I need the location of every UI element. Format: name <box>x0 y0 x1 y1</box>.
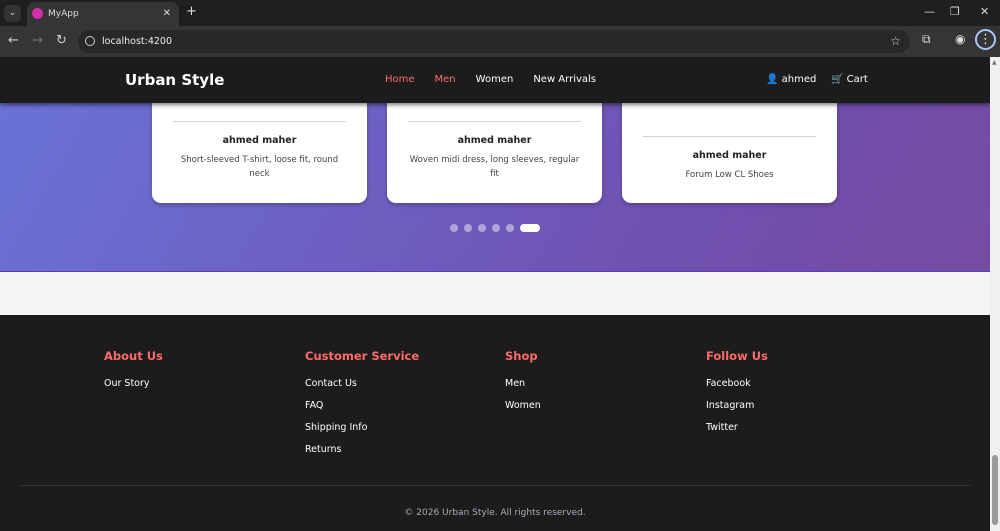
browser-tab[interactable]: MyApp ✕ <box>27 2 179 26</box>
copyright: © 2026 Urban Style. All rights reserved. <box>404 508 586 518</box>
carousel-dot[interactable] <box>506 224 514 232</box>
footer-heading: Follow Us <box>706 349 768 363</box>
site-info-icon[interactable] <box>85 36 95 46</box>
footer-customer-service: Customer Service Contact Us FAQ Shipping… <box>305 349 419 466</box>
cart-link[interactable]: 🛒 Cart <box>831 74 868 85</box>
cart-label: Cart <box>846 74 868 85</box>
product-card[interactable]: ahmed maher Forum Low CL Shoes <box>622 93 837 203</box>
site-header: Urban Style Home Men Women New Arrivals … <box>0 57 990 103</box>
footer-link-returns[interactable]: Returns <box>305 444 419 466</box>
footer-link-instagram[interactable]: Instagram <box>706 400 768 422</box>
cart-icon: 🛒 <box>831 74 844 85</box>
angular-favicon-icon <box>32 8 43 19</box>
footer-link-twitter[interactable]: Twitter <box>706 422 768 444</box>
forward-button[interactable]: → <box>32 33 43 48</box>
back-button[interactable]: ← <box>8 33 19 48</box>
tab-title: MyApp <box>48 9 79 19</box>
profile-icon[interactable]: ◉ <box>955 32 965 46</box>
card-divider <box>643 136 816 137</box>
carousel-dot[interactable] <box>478 224 486 232</box>
page-scrollbar[interactable]: ▲ <box>990 57 1000 531</box>
card-divider <box>408 121 581 122</box>
brand-logo[interactable]: Urban Style <box>125 71 224 89</box>
card-description: Short-sleeved T-shirt, loose fit, round … <box>180 155 339 179</box>
footer-link-women[interactable]: Women <box>505 400 541 422</box>
tab-search-button[interactable]: ⌄ <box>4 5 21 22</box>
footer-link-facebook[interactable]: Facebook <box>706 378 768 400</box>
nav-men[interactable]: Men <box>435 74 456 85</box>
card-description: Woven midi dress, long sleeves, regular … <box>409 155 580 179</box>
product-card[interactable]: ahmed maher Short-sleeved T-shirt, loose… <box>152 93 367 203</box>
footer-divider <box>20 485 970 486</box>
card-author: ahmed maher <box>222 135 297 146</box>
reload-button[interactable]: ↻ <box>56 33 67 48</box>
card-description: Forum Low CL Shoes <box>685 170 774 180</box>
main-nav: Home Men Women New Arrivals <box>385 74 596 85</box>
footer-link-faq[interactable]: FAQ <box>305 400 419 422</box>
user-icon: 👤 <box>766 74 779 85</box>
close-window-button[interactable]: ✕ <box>980 5 989 18</box>
card-author: ahmed maher <box>692 150 767 161</box>
footer-link-contact[interactable]: Contact Us <box>305 378 419 400</box>
carousel-pagination <box>450 224 540 232</box>
carousel-dot[interactable] <box>450 224 458 232</box>
product-carousel: ahmed maher Short-sleeved T-shirt, loose… <box>0 93 990 272</box>
browser-menu-button[interactable]: ⋮ <box>975 29 996 50</box>
scroll-up-icon[interactable]: ▲ <box>992 59 997 66</box>
user-menu[interactable]: 👤 ahmed <box>766 74 816 85</box>
browser-toolbar: ← → ↻ localhost:4200 ☆ ⧉ ◉ <box>0 26 1000 57</box>
carousel-dot[interactable] <box>464 224 472 232</box>
new-tab-button[interactable]: + <box>186 4 197 19</box>
nav-new-arrivals[interactable]: New Arrivals <box>533 74 596 85</box>
footer-heading: Customer Service <box>305 349 420 363</box>
footer-about: About Us Our Story <box>104 349 163 400</box>
scrollbar-thumb[interactable] <box>992 455 998 525</box>
footer-shop: Shop Men Women <box>505 349 541 422</box>
page-viewport: Urban Style Home Men Women New Arrivals … <box>0 57 990 531</box>
footer-link-our-story[interactable]: Our Story <box>104 378 163 400</box>
card-author: ahmed maher <box>457 135 532 146</box>
minimize-button[interactable]: — <box>924 5 935 18</box>
extensions-icon[interactable]: ⧉ <box>922 32 931 47</box>
site-footer: About Us Our Story Customer Service Cont… <box>0 315 990 531</box>
spacer-section <box>0 272 990 315</box>
footer-heading: About Us <box>104 349 163 363</box>
footer-heading: Shop <box>505 349 538 363</box>
carousel-dot-active[interactable] <box>520 224 540 232</box>
user-name: ahmed <box>781 74 817 85</box>
nav-home[interactable]: Home <box>385 74 415 85</box>
bookmark-star-icon[interactable]: ☆ <box>890 30 901 53</box>
footer-link-shipping[interactable]: Shipping Info <box>305 422 419 444</box>
nav-women[interactable]: Women <box>476 74 514 85</box>
footer-follow: Follow Us Facebook Instagram Twitter <box>706 349 768 444</box>
carousel-dot[interactable] <box>492 224 500 232</box>
footer-link-men[interactable]: Men <box>505 378 541 400</box>
restore-button[interactable]: ❐ <box>950 5 960 18</box>
url-text: localhost:4200 <box>102 36 173 47</box>
card-divider <box>173 121 346 122</box>
close-tab-icon[interactable]: ✕ <box>163 2 171 26</box>
browser-tab-bar: ⌄ MyApp ✕ + — ❐ ✕ <box>0 0 1000 26</box>
product-card[interactable]: ahmed maher Woven midi dress, long sleev… <box>387 93 602 203</box>
address-bar[interactable]: localhost:4200 ☆ <box>78 30 910 53</box>
